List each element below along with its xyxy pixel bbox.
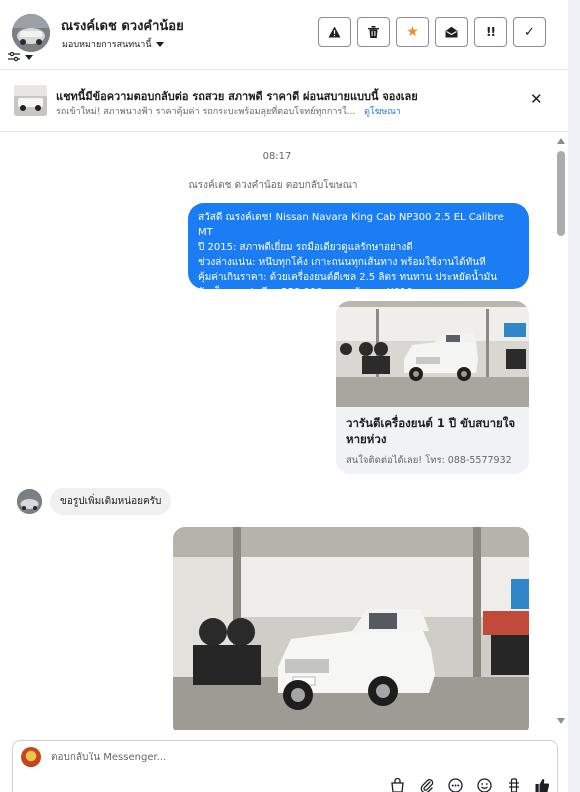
- side-panel-edge: [568, 0, 580, 792]
- form-icon: [508, 778, 519, 792]
- message-composer: [12, 740, 558, 792]
- envelope-open-icon: [445, 26, 458, 38]
- saved-replies-button[interactable]: [447, 777, 464, 792]
- ad-card[interactable]: วารันตีเครื่องยนต์ 1 ปี ขับสบายใจหายห่วง…: [336, 301, 529, 474]
- follow-up-icon: !!: [486, 25, 496, 39]
- mark-spam-button[interactable]: [318, 17, 351, 47]
- ad-thumbnail: [14, 85, 47, 116]
- ad-card-image: [336, 301, 529, 407]
- ad-card-description: สนใจติดต่อได้เลย! โทร: 088-5577932: [346, 455, 512, 466]
- assign-label: มอบหมายการสนทนานี้: [62, 40, 152, 50]
- chat-bubble-dots-icon: [448, 778, 463, 792]
- ad-message-line: จัดเต็มราคา! เพียง 259,000 บาท รหัสรถ : …: [198, 287, 413, 298]
- thumbs-up-icon: [535, 779, 550, 792]
- send-like-button[interactable]: [534, 777, 551, 792]
- contact-name[interactable]: ณรงค์เดช ดวงคำน้อย: [61, 15, 184, 36]
- trash-icon: [368, 26, 379, 38]
- ad-message-bubble: สวัสดี ณรงค์เดช! Nissan Navara King Cab …: [188, 203, 529, 298]
- sliders-icon: [8, 52, 20, 62]
- attach-file-button[interactable]: [418, 777, 435, 792]
- message-timestamp: 08:17: [262, 151, 292, 162]
- mark-done-button[interactable]: ✓: [513, 17, 546, 47]
- conversation-actions: ★ !! ✓: [318, 17, 546, 47]
- ad-message-line: สวัสดี ณรงค์เดช! Nissan Navara King Cab …: [198, 212, 504, 238]
- conversation-settings-button[interactable]: [8, 52, 33, 62]
- star-icon: ★: [406, 24, 419, 40]
- check-icon: ✓: [524, 24, 535, 40]
- ad-card-headline: วารันตีเครื่องยนต์ 1 ปี ขับสบายใจหายห่วง: [346, 416, 516, 446]
- mark-unread-button[interactable]: [435, 17, 468, 47]
- follow-up-button[interactable]: !!: [474, 17, 507, 47]
- page-avatar: [21, 747, 41, 767]
- ad-reply-note: ณรงค์เดช ดวงคำน้อย ตอบกลับโฆษณา: [188, 180, 358, 191]
- ad-message-line: ช่วงล่างแน่น: หนึบทุกโค้ง เกาะถนนทุกเส้น…: [198, 257, 486, 268]
- scrollbar-thumb[interactable]: [557, 151, 565, 236]
- ad-message-line: คุ้มค่าเกินราคา: ด้วยเครื่องยนต์ดีเซล 2.…: [198, 272, 498, 283]
- reply-input[interactable]: [51, 752, 531, 763]
- shopping-bag-button[interactable]: [389, 777, 406, 792]
- message-thread[interactable]: 08:17 ณรงค์เดช ดวงคำน้อย ตอบกลับโฆษณา สว…: [0, 133, 554, 730]
- paperclip-icon: [420, 779, 433, 792]
- scroll-down-arrow-icon[interactable]: [557, 718, 565, 724]
- sent-photo[interactable]: [173, 527, 529, 730]
- ad-reply-banner: แชทนี้มีข้อความตอบกลับต่อ รถสวย สภาพดี ร…: [0, 70, 568, 132]
- smiley-icon: [477, 778, 492, 792]
- banner-subtitle: รถเข้าใหม่! สภาพนางฟ้า ราคาคุ้มค่า รถกระ…: [56, 104, 401, 118]
- shopping-bag-icon: [391, 778, 404, 792]
- star-button[interactable]: ★: [396, 17, 429, 47]
- close-banner-button[interactable]: ✕: [530, 90, 543, 108]
- contact-avatar[interactable]: [12, 14, 50, 52]
- delete-button[interactable]: [357, 17, 390, 47]
- customer-avatar[interactable]: [17, 489, 42, 514]
- scroll-up-arrow-icon[interactable]: [557, 138, 565, 144]
- ad-message-line: ปี 2015: สภาพดีเยี่ยม รถมือเดียวดูแลรักษ…: [198, 242, 413, 253]
- chevron-down-icon: [155, 41, 164, 47]
- conversation-header: ณรงค์เดช ดวงคำน้อย มอบหมายการสนทนานี้ ★ …: [0, 0, 568, 70]
- banner-title: แชทนี้มีข้อความตอบกลับต่อ รถสวย สภาพดี ร…: [56, 90, 418, 103]
- warning-icon: [328, 26, 341, 38]
- chevron-down-icon: [25, 54, 33, 60]
- composer-toolbar: [389, 777, 551, 792]
- close-icon: ✕: [530, 90, 543, 108]
- banner-subtitle-text: รถเข้าใหม่! สภาพนางฟ้า ราคาคุ้มค่า รถกระ…: [56, 107, 356, 117]
- customer-message-bubble: ขอรูปเพิ่มเติมหน่อยครับ: [50, 488, 172, 515]
- appointment-button[interactable]: [505, 777, 522, 792]
- emoji-button[interactable]: [476, 777, 493, 792]
- view-ad-link[interactable]: ดูโฆษณา: [364, 107, 401, 117]
- assign-conversation-dropdown[interactable]: มอบหมายการสนทนานี้: [62, 37, 164, 51]
